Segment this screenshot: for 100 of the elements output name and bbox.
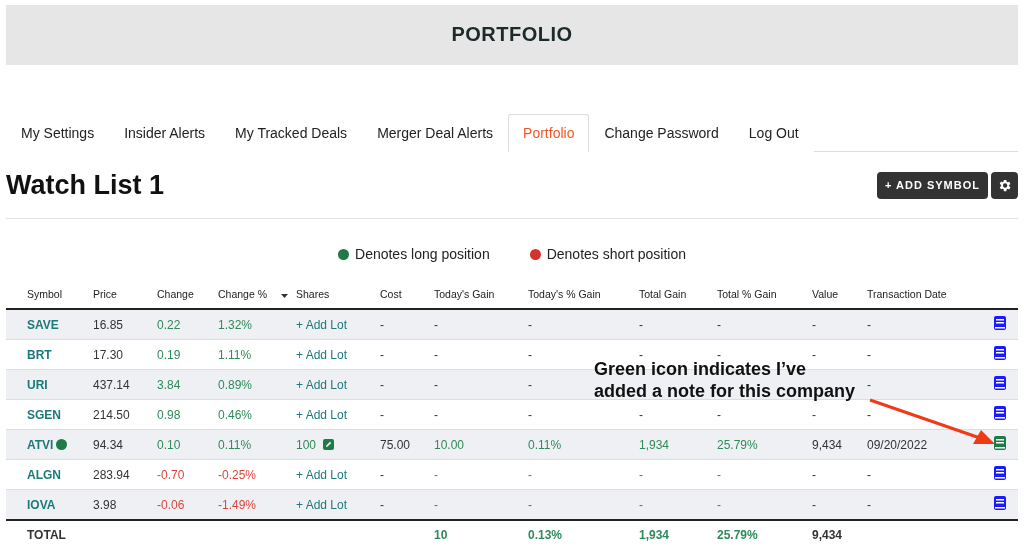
symbol-link[interactable]: BRT	[27, 347, 52, 362]
table-cell: -	[528, 377, 532, 392]
note-icon[interactable]	[994, 406, 1006, 420]
note-icon[interactable]	[994, 436, 1006, 450]
table-cell: 1,934	[639, 437, 670, 452]
add-lot-link[interactable]: + Add Lot	[296, 317, 348, 332]
table-cell: -0.06	[157, 497, 185, 512]
nav-tab[interactable]: Portfolio	[508, 113, 590, 152]
table-cell: 0.11%	[528, 437, 562, 452]
table-cell: -	[380, 407, 384, 422]
add-lot-link[interactable]: + Add Lot	[296, 377, 348, 392]
table-cell: -	[434, 467, 438, 482]
table-cell: -	[528, 347, 532, 362]
table-cell: -	[380, 347, 384, 362]
note-icon[interactable]	[994, 316, 1006, 330]
table-cell: -	[434, 317, 438, 332]
settings-button[interactable]	[991, 171, 1018, 199]
table-cell: -	[434, 407, 438, 422]
column-header: Transaction Date	[867, 288, 947, 300]
table-cell: 0.22	[157, 317, 181, 332]
table-cell: -	[812, 497, 816, 512]
note-icon[interactable]	[994, 376, 1006, 390]
table-cell: -	[639, 317, 643, 332]
table-cell: -	[867, 317, 871, 332]
column-header: Today's Gain	[434, 288, 495, 300]
symbol-link[interactable]: URI	[27, 377, 48, 392]
table-cell: 283.94	[93, 467, 130, 482]
column-header: Today's % Gain	[528, 288, 601, 300]
table-cell: 09/20/2022	[867, 437, 928, 452]
table-cell: 0.89%	[218, 377, 253, 392]
table-cell: 100	[296, 437, 317, 452]
table-cell: -	[812, 407, 816, 422]
legend-label: Denotes short position	[546, 246, 686, 263]
table-cell: -	[812, 317, 816, 332]
table-cell: -	[717, 467, 721, 482]
table-cell: -	[528, 497, 532, 512]
total-cell: 10	[434, 528, 448, 542]
table-cell: -	[380, 317, 384, 332]
symbol-link[interactable]: ALGN	[27, 467, 61, 482]
total-cell: 9,434	[812, 528, 843, 542]
add-lot-link[interactable]: + Add Lot	[296, 497, 348, 512]
column-header: Change	[157, 288, 194, 300]
note-icon[interactable]	[994, 466, 1006, 480]
table-cell: 0.46%	[218, 407, 253, 422]
table-cell: -	[867, 347, 871, 362]
table-cell: 75.00	[380, 437, 411, 452]
column-header: Shares	[296, 288, 330, 300]
table-cell: -	[717, 407, 721, 422]
table-cell: 0.98	[157, 407, 181, 422]
table-cell: -0.70	[157, 467, 185, 482]
table-cell: -	[867, 497, 871, 512]
table-cell: 9,434	[812, 437, 843, 452]
note-icon[interactable]	[994, 346, 1006, 360]
symbol-link[interactable]: SAVE	[27, 317, 59, 332]
table-cell: 1.32%	[218, 317, 253, 332]
table-cell: -	[639, 407, 643, 422]
table-cell: 10.00	[434, 437, 465, 452]
table-cell: 0.10	[157, 437, 181, 452]
total-cell: 1,934	[639, 528, 670, 542]
table-cell: 0.11%	[218, 437, 252, 452]
table-cell: -1.49%	[218, 497, 257, 512]
table-cell: -0.25%	[218, 467, 257, 482]
table-cell: 1.11%	[218, 347, 252, 362]
edit-icon[interactable]	[323, 438, 335, 450]
table-cell: -	[434, 497, 438, 512]
column-header: Total Gain	[639, 288, 687, 300]
note-icon[interactable]	[994, 496, 1006, 510]
table-cell: 94.34	[93, 437, 124, 452]
table-cell: -	[639, 467, 643, 482]
symbol-link[interactable]: ATVI	[27, 437, 54, 452]
table-cell: 437.14	[93, 377, 130, 392]
total-cell: 25.79%	[717, 528, 758, 542]
table-cell: -	[639, 497, 643, 512]
column-header: Price	[93, 288, 117, 300]
column-header: Change %	[218, 288, 268, 300]
total-label: TOTAL	[27, 528, 66, 542]
add-symbol-button[interactable]: + ADD SYMBOL	[877, 171, 988, 199]
table-cell: 25.79%	[717, 437, 758, 452]
column-header: Total % Gain	[717, 288, 777, 300]
table-cell: -	[528, 467, 532, 482]
table-cell: -	[528, 317, 532, 332]
table-cell: 17.30	[93, 347, 124, 362]
table-cell: -	[867, 377, 871, 392]
column-header: Cost	[380, 288, 402, 300]
table-cell: -	[434, 347, 438, 362]
table-cell: 3.98	[93, 497, 117, 512]
table-cell: 214.50	[93, 407, 130, 422]
sort-caret-icon[interactable]	[281, 294, 288, 298]
settings-icon	[997, 177, 1012, 193]
add-lot-link[interactable]: + Add Lot	[296, 347, 348, 362]
page-title: PORTFOLIO	[451, 23, 573, 47]
add-lot-link[interactable]: + Add Lot	[296, 467, 348, 482]
table-cell: -	[867, 467, 871, 482]
add-lot-link[interactable]: + Add Lot	[296, 407, 348, 422]
symbol-link[interactable]: IOVA	[27, 497, 56, 512]
symbol-link[interactable]: SGEN	[27, 407, 61, 422]
legend-label: Denotes long position	[355, 246, 490, 263]
table-cell: -	[867, 407, 871, 422]
watchlist-title: Watch List 1	[6, 169, 165, 201]
total-cell: 0.13%	[528, 528, 563, 542]
